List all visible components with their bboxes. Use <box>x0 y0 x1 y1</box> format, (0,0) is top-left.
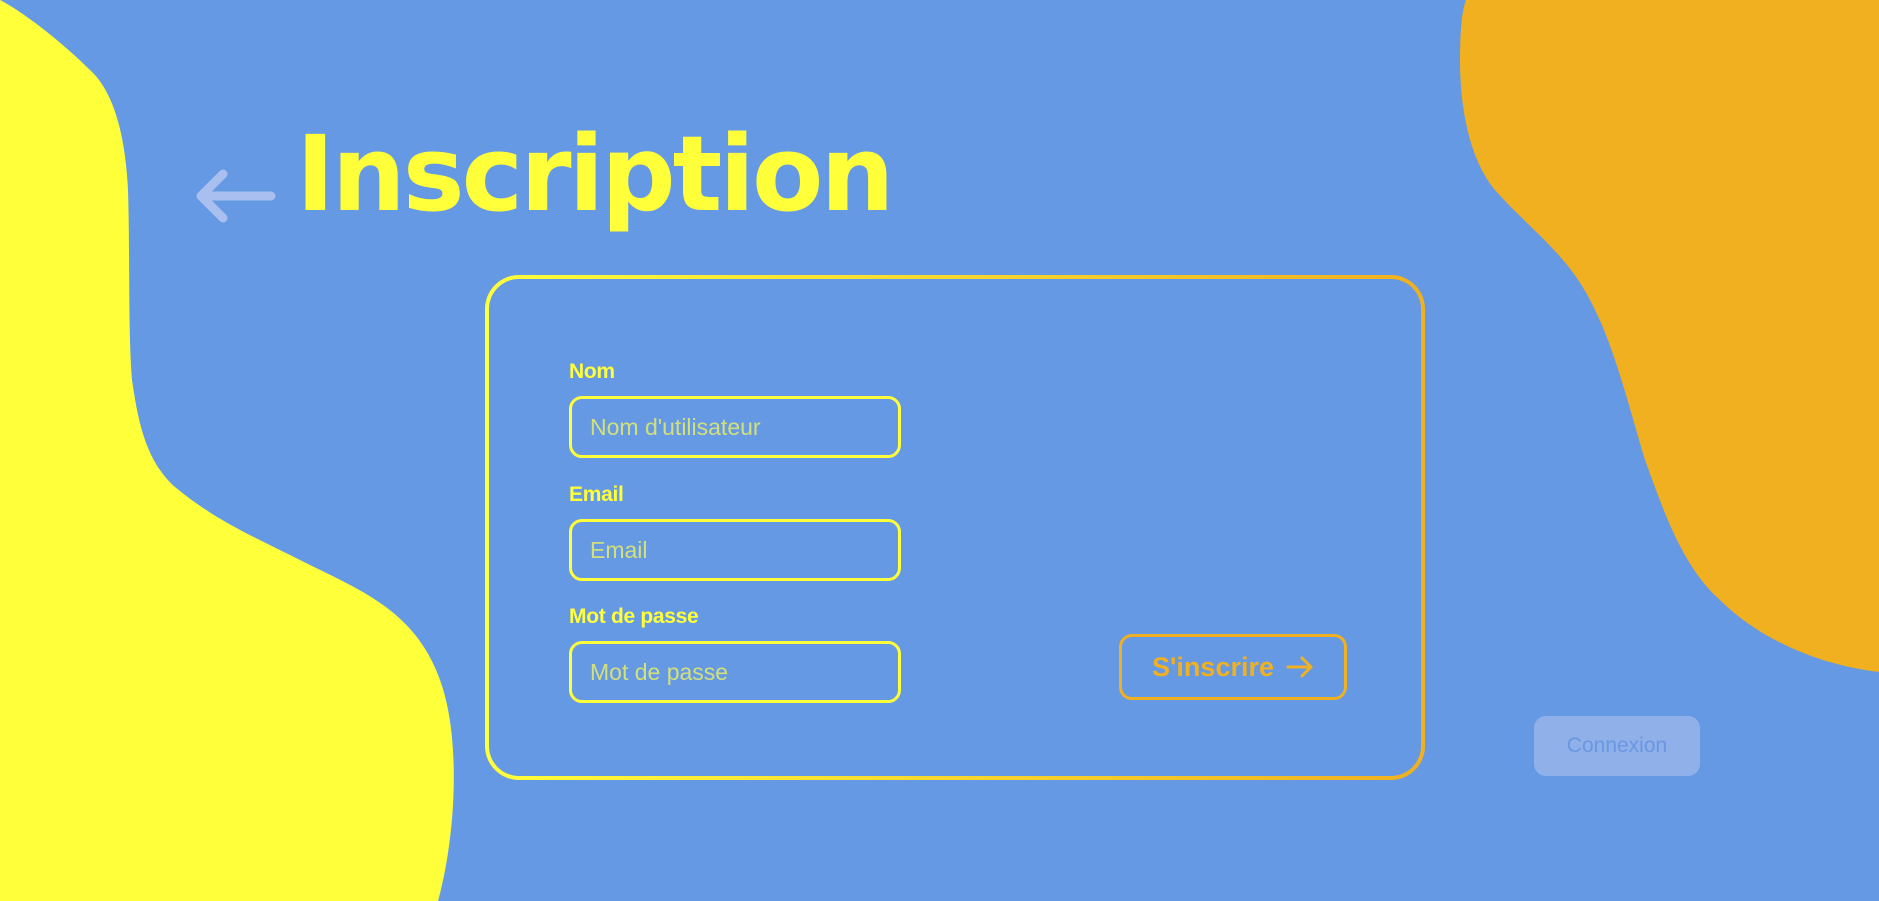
password-label: Mot de passe <box>569 605 699 628</box>
back-arrow-icon[interactable] <box>193 166 277 226</box>
page-title: Inscription <box>296 113 895 235</box>
login-button[interactable]: Connexion <box>1534 716 1700 776</box>
arrow-right-icon <box>1286 656 1313 678</box>
signup-button-label: S'inscrire <box>1152 651 1274 682</box>
signup-button[interactable]: S'inscrire <box>1119 634 1347 700</box>
password-input[interactable] <box>569 641 901 703</box>
email-input[interactable] <box>569 519 901 581</box>
name-label: Nom <box>569 360 615 383</box>
signup-card: Nom Email Mot de passe S'inscrire <box>485 275 1425 780</box>
email-label: Email <box>569 483 624 506</box>
signup-form: Nom Email Mot de passe S'inscrire <box>489 279 1421 776</box>
username-input[interactable] <box>569 396 901 458</box>
orange-blob <box>1460 0 1879 672</box>
